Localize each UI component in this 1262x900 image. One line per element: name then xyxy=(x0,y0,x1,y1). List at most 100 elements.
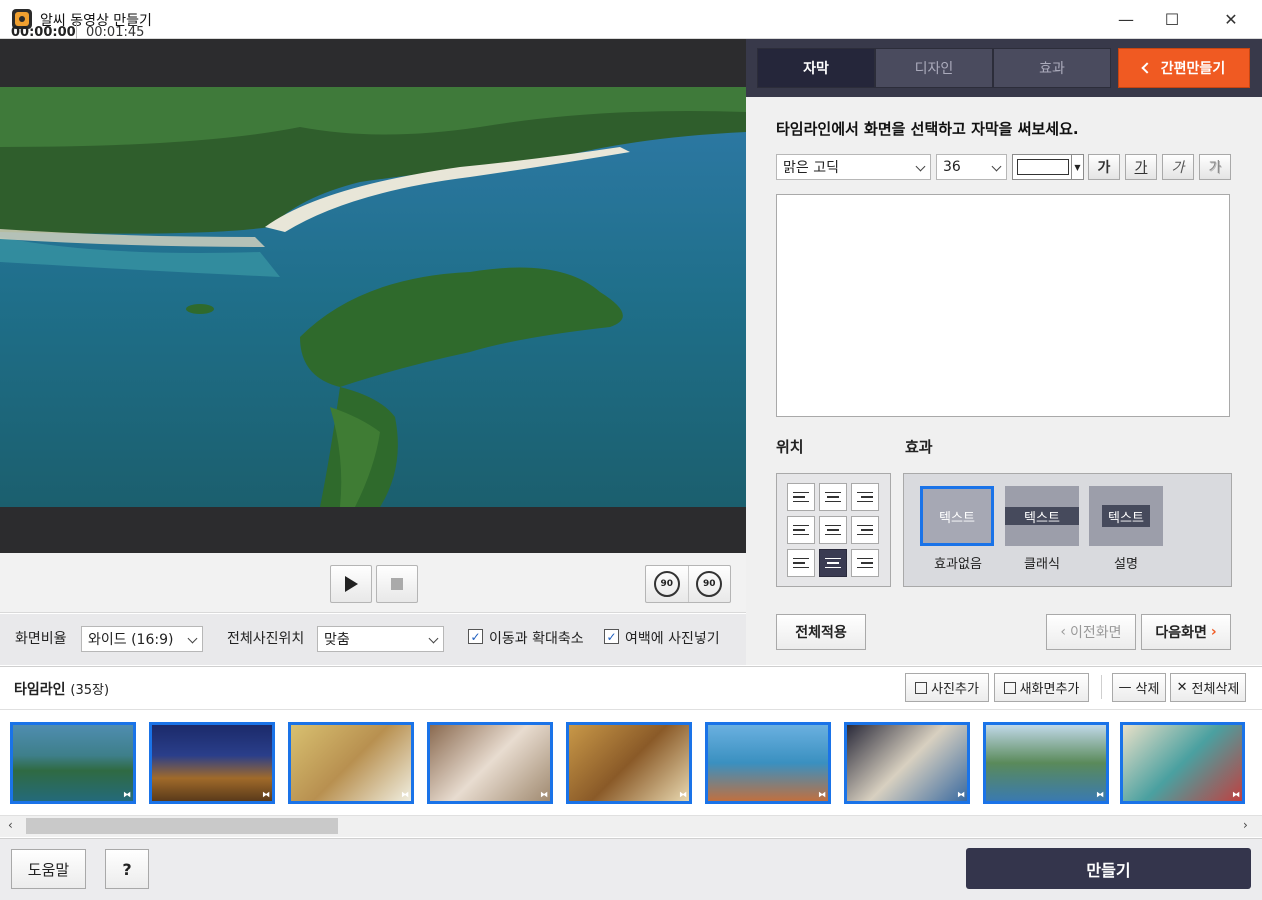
question-button[interactable]: ? xyxy=(105,849,149,889)
effect-description-option[interactable]: 텍스트 xyxy=(1089,486,1163,546)
position-bottom-left[interactable] xyxy=(787,549,815,577)
position-middle-left[interactable] xyxy=(787,516,815,544)
timeline-thumbnail[interactable]: ⧓ xyxy=(149,722,275,804)
tab-caption[interactable]: 자막 xyxy=(757,48,875,88)
font-select[interactable]: 맑은 고딕 xyxy=(776,154,931,180)
scroll-left-icon[interactable]: ‹ xyxy=(8,818,13,832)
scroll-right-icon[interactable]: › xyxy=(1243,818,1248,832)
playback-bar xyxy=(0,553,746,613)
effect-classic-preview: 텍스트 xyxy=(1024,510,1060,526)
transition-icon: ⧓ xyxy=(540,790,548,799)
position-top-center[interactable] xyxy=(819,483,847,511)
total-time: 00:01:45 xyxy=(86,25,145,40)
position-top-right[interactable] xyxy=(851,483,879,511)
transition-icon: ⧓ xyxy=(818,790,826,799)
position-top-left[interactable] xyxy=(787,483,815,511)
chevron-left-icon: ‹ xyxy=(1060,624,1067,640)
position-middle-center[interactable] xyxy=(819,516,847,544)
rotate-right-icon: 90 xyxy=(696,571,723,597)
text-color-picker[interactable]: ▼ xyxy=(1012,154,1084,180)
preview-image xyxy=(0,87,746,507)
transition-icon: ⧓ xyxy=(1232,790,1240,799)
position-middle-right[interactable] xyxy=(851,516,879,544)
help-button[interactable]: 도움말 xyxy=(11,849,86,889)
effect-none-preview: 텍스트 xyxy=(939,510,975,526)
effect-classic-option[interactable]: 텍스트 xyxy=(1005,486,1079,546)
rotate-group: 90 90 xyxy=(645,565,731,603)
underline-button[interactable]: 가 xyxy=(1125,154,1157,180)
timeline-thumbnail[interactable]: ⧓ xyxy=(566,722,692,804)
ratio-value: 와이드 (16:9) xyxy=(88,632,174,648)
effect-section-label: 효과 xyxy=(905,438,933,456)
chevron-left-icon xyxy=(1141,62,1153,74)
prev-screen-button[interactable]: ‹ 이전화면 xyxy=(1046,614,1136,650)
position-bottom-right[interactable] xyxy=(851,549,879,577)
effect-description-preview: 텍스트 xyxy=(1108,510,1144,526)
font-size-select[interactable]: 36 xyxy=(936,154,1007,180)
check-icon: ✓ xyxy=(606,629,617,644)
chevron-down-icon xyxy=(187,633,198,644)
tab-effect[interactable]: 효과 xyxy=(993,48,1111,88)
position-section-label: 위치 xyxy=(776,438,804,456)
make-button[interactable]: 만들기 xyxy=(966,848,1251,889)
timeline-thumbnail[interactable]: ⧓ xyxy=(983,722,1109,804)
current-time: 00:00:00 xyxy=(11,25,76,40)
margin-label: 여백에 사진넣기 xyxy=(625,631,720,647)
effect-classic-label: 클래식 xyxy=(1024,557,1060,572)
timeline-thumbnail[interactable]: ⧓ xyxy=(288,722,414,804)
color-swatch xyxy=(1017,159,1069,175)
timeline-thumbnail[interactable]: ⧓ xyxy=(705,722,831,804)
close-icon: ✕ xyxy=(1176,680,1188,695)
add-screen-icon xyxy=(1003,681,1016,694)
time-separator xyxy=(76,23,77,39)
delete-label: 삭제 xyxy=(1135,682,1160,697)
photo-position-label: 전체사진위치 xyxy=(227,631,305,647)
check-icon: ✓ xyxy=(470,629,481,644)
transition-icon: ⧓ xyxy=(1096,790,1104,799)
quick-make-label: 간편만들기 xyxy=(1160,61,1226,77)
shadow-button[interactable]: 가 xyxy=(1199,154,1231,180)
delete-button[interactable]: — 삭제 xyxy=(1112,673,1166,702)
add-blank-screen-button[interactable]: 새화면추가 xyxy=(994,673,1089,702)
stop-button[interactable] xyxy=(376,565,418,603)
timeline-thumbnail[interactable]: ⧓ xyxy=(1120,722,1245,804)
add-photo-button[interactable]: 사진추가 xyxy=(905,673,989,702)
photo-position-select[interactable]: 맞춤 xyxy=(317,626,444,652)
rotate-left-icon: 90 xyxy=(653,571,680,597)
ratio-select[interactable]: 와이드 (16:9) xyxy=(81,626,203,652)
timeline-thumbnail[interactable]: ⧓ xyxy=(10,722,136,804)
bold-button[interactable]: 가 xyxy=(1088,154,1120,180)
rotate-left-button[interactable]: 90 xyxy=(646,566,688,602)
rotate-right-button[interactable]: 90 xyxy=(687,566,731,602)
dropdown-arrow-icon: ▼ xyxy=(1071,155,1083,179)
timeline-thumbnail[interactable]: ⧓ xyxy=(844,722,970,804)
add-blank-label: 새화면추가 xyxy=(1019,682,1080,697)
delete-all-button[interactable]: ✕ 전체삭제 xyxy=(1170,673,1246,702)
stop-icon xyxy=(391,578,403,590)
minimize-button[interactable]: — xyxy=(1103,0,1149,39)
maximize-button[interactable]: ☐ xyxy=(1149,0,1195,39)
motion-checkbox[interactable]: ✓ xyxy=(468,629,483,644)
next-screen-button[interactable]: 다음화면 › xyxy=(1141,614,1231,650)
scrollbar-thumb[interactable] xyxy=(26,818,338,834)
transition-icon: ⧓ xyxy=(957,790,965,799)
transition-icon: ⧓ xyxy=(401,790,409,799)
play-icon xyxy=(345,576,358,592)
effect-description-band: 텍스트 xyxy=(1102,505,1150,527)
tab-design[interactable]: 디자인 xyxy=(875,48,993,88)
photo-position-value: 맞춤 xyxy=(324,632,350,648)
font-value: 맑은 고딕 xyxy=(783,160,839,176)
timeline-title: 타임라인 (35장) xyxy=(14,679,109,699)
quick-make-button[interactable]: 간편만들기 xyxy=(1118,48,1250,88)
play-button[interactable] xyxy=(330,565,372,603)
add-photo-label: 사진추가 xyxy=(931,682,979,697)
caption-text-input[interactable] xyxy=(776,194,1230,417)
position-bottom-center[interactable] xyxy=(819,549,847,577)
effect-none-option[interactable]: 텍스트 xyxy=(920,486,994,546)
timeline-thumbnail[interactable]: ⧓ xyxy=(427,722,553,804)
margin-checkbox[interactable]: ✓ xyxy=(604,629,619,644)
italic-button[interactable]: 가 xyxy=(1162,154,1194,180)
apply-all-button[interactable]: 전체적용 xyxy=(776,614,866,650)
close-button[interactable]: ✕ xyxy=(1208,0,1254,39)
toolbar-divider xyxy=(1101,675,1102,699)
